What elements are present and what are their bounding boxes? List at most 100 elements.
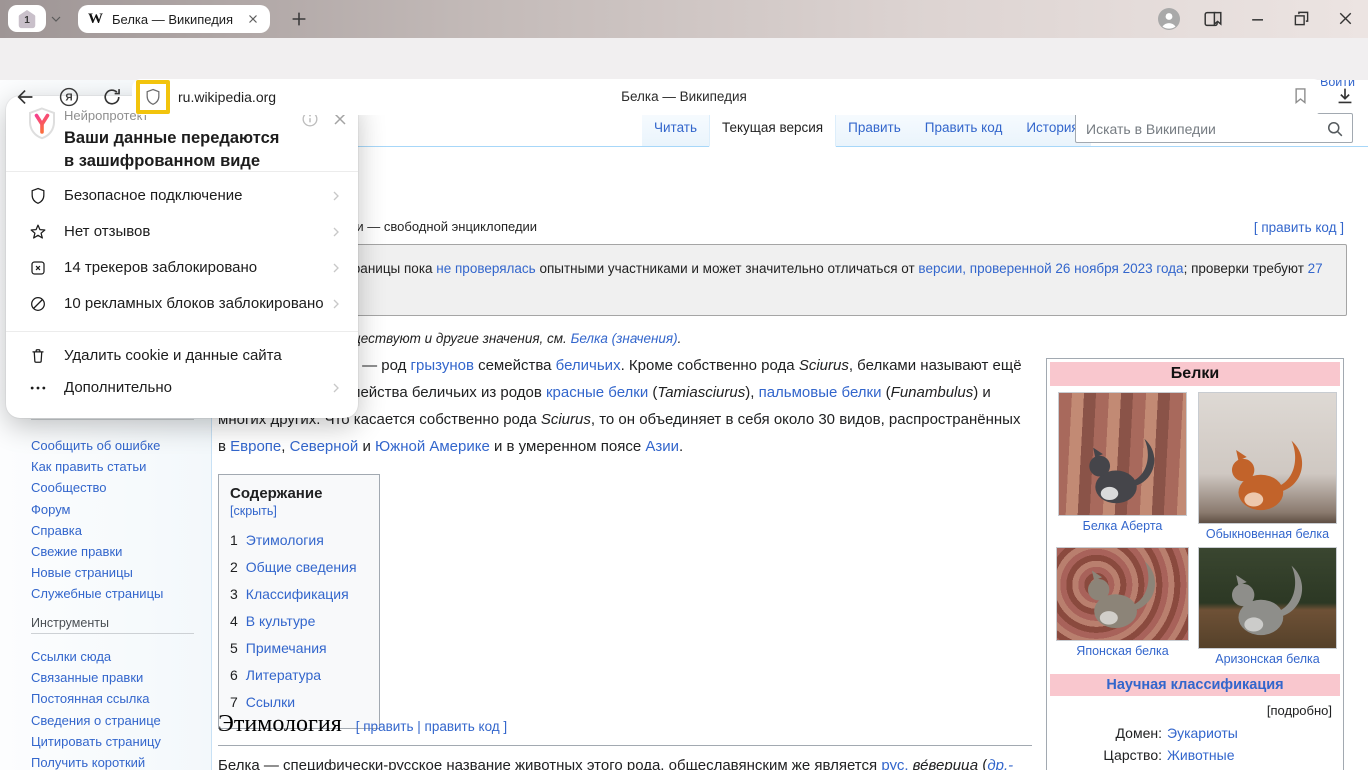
taxobox-figure: Аризонская белка: [1196, 547, 1339, 672]
toc-item[interactable]: 1Этимология: [230, 527, 368, 554]
yandex-icon[interactable]: Я: [58, 86, 80, 108]
close-window-button[interactable]: [1335, 8, 1356, 29]
search-input[interactable]: [1084, 115, 1326, 143]
toc-hide-link[interactable]: [скрыть]: [230, 504, 277, 518]
toc-item[interactable]: 4В культуре: [230, 608, 368, 635]
ads-blocked-row[interactable]: 10 рекламных блоков заблокировано: [6, 286, 358, 322]
secure-connection-row[interactable]: Безопасное подключение: [6, 178, 358, 214]
sidebar-item[interactable]: Ссылки сюда: [31, 646, 161, 667]
panel-bookmark-icon[interactable]: [1202, 8, 1224, 30]
sidebar-item[interactable]: Связанные правки: [31, 667, 161, 688]
sidebar-item[interactable]: Справка: [31, 520, 163, 541]
sidebar-item[interactable]: Свежие правки: [31, 541, 163, 562]
tab-counter-badge: 1: [16, 8, 38, 30]
review-status-banner: Текущая версия страницы пока не проверял…: [218, 244, 1347, 316]
sidebar-item[interactable]: Сообщество: [31, 477, 163, 498]
divider: [6, 171, 358, 172]
toc-item[interactable]: 2Общие сведения: [230, 554, 368, 581]
reviews-row[interactable]: Нет отзывов: [6, 214, 358, 250]
sidebar-participation-list: Сообщить об ошибке Как править статьи Со…: [31, 435, 163, 605]
sidebar-item[interactable]: Новые страницы: [31, 562, 163, 583]
minimize-button[interactable]: [1248, 9, 1268, 29]
address-bar[interactable]: ru.wikipedia.org: [132, 79, 1322, 115]
svg-text:Я: Я: [65, 93, 72, 104]
image-caption[interactable]: Аризонская белка: [1196, 652, 1339, 666]
protect-popup: Нейропротект Ваши данные передаются в за…: [6, 96, 358, 418]
chevron-right-icon: [328, 296, 344, 312]
classification-rows: Домен:Эукариоты Царство:Животные Тип:Хор…: [1050, 723, 1340, 770]
image-caption[interactable]: Японская белка: [1051, 644, 1194, 658]
profile-avatar[interactable]: [1157, 7, 1181, 31]
star-icon: [28, 222, 48, 242]
image-caption[interactable]: Обыкновенная белка: [1196, 527, 1339, 541]
popup-headline: Ваши данные передаются в зашифрованном в…: [64, 127, 280, 173]
sidebar-item[interactable]: Как править статьи: [31, 456, 163, 477]
more-dots-icon: [28, 378, 48, 398]
chevron-right-icon: [328, 380, 344, 396]
squirrel-image-aberta[interactable]: [1058, 392, 1187, 516]
browser-toolbar: Я ru.wikipedia.org Белка — Википедия: [0, 38, 1368, 80]
sidebar-item[interactable]: Служебные страницы: [31, 583, 163, 604]
taxobox-figure: Обыкновенная белка: [1196, 392, 1339, 547]
adblock-icon: [28, 294, 48, 314]
toc-title: Содержание: [230, 485, 322, 502]
search-icon[interactable]: [1325, 119, 1345, 139]
trackers-blocked-row[interactable]: 14 трекеров заблокировано: [6, 250, 358, 286]
wikipedia-favicon: W: [88, 11, 103, 28]
delete-cookies-row[interactable]: Удалить cookie и данные сайта: [6, 338, 358, 374]
section-heading-row: Этимология [ править | править код ]: [218, 711, 1032, 746]
toc-item[interactable]: 3Классификация: [230, 581, 368, 608]
sidebar-item[interactable]: Сведения о странице: [31, 710, 161, 731]
sidebar-item[interactable]: Сообщить об ошибке: [31, 435, 163, 456]
trash-icon: [28, 346, 48, 366]
back-button[interactable]: [15, 86, 37, 108]
image-caption[interactable]: Белка Аберта: [1051, 519, 1194, 533]
toc-item[interactable]: 5Примечания: [230, 635, 368, 662]
taxobox-title: Белки: [1050, 362, 1340, 386]
reload-button[interactable]: [101, 86, 123, 108]
tab-counter-button[interactable]: 1: [8, 5, 46, 32]
browser-window: Вы не представились системе Обсуждение В…: [0, 0, 1368, 770]
sidebar-item[interactable]: Постоянная ссылка: [31, 688, 161, 709]
restore-window-button[interactable]: [1291, 8, 1312, 29]
classification-row: Тип:Хордовые: [1050, 766, 1340, 770]
table-of-contents: Содержание [скрыть] 1Этимология 2Общие с…: [218, 474, 380, 729]
browser-chrome: 1 W Белка — Википедия: [0, 0, 1368, 80]
tracker-blocked-icon: [28, 258, 48, 278]
url-text[interactable]: ru.wikipedia.org: [178, 79, 276, 115]
sidebar-tools-list: Ссылки сюда Связанные правки Постоянная …: [31, 646, 161, 770]
classification-details-link[interactable]: [подробно]: [1050, 696, 1340, 721]
edit-source-link[interactable]: [ править код ]: [1254, 220, 1344, 235]
toc-item[interactable]: 6Литература: [230, 662, 368, 689]
download-icon[interactable]: [1334, 85, 1356, 107]
shield-icon: [143, 87, 163, 107]
tab-close-icon[interactable]: [246, 12, 260, 26]
squirrel-image-vulgaris[interactable]: [1198, 392, 1337, 524]
chevron-right-icon: [328, 224, 344, 240]
divider: [6, 331, 358, 332]
squirrel-image-arizona[interactable]: [1198, 547, 1337, 649]
browser-tab[interactable]: W Белка — Википедия: [78, 5, 270, 33]
protect-shield-highlight[interactable]: [136, 80, 170, 114]
new-tab-button[interactable]: [288, 8, 310, 30]
section-edit-links[interactable]: [ править | править код ]: [356, 719, 507, 734]
sidebar-item[interactable]: Цитировать страницу: [31, 731, 161, 752]
brand-shield-icon: [23, 105, 61, 143]
classification-row: Домен:Эукариоты: [1050, 723, 1340, 745]
sidebar-item[interactable]: Форум: [31, 499, 163, 520]
classification-row: Царство:Животные: [1050, 745, 1340, 767]
sidebar-item[interactable]: Получить короткий: [31, 752, 161, 770]
bookmark-icon[interactable]: [1290, 85, 1311, 106]
chevron-right-icon: [328, 260, 344, 276]
chevron-down-icon[interactable]: [48, 11, 64, 27]
squirrel-image-japanese[interactable]: [1056, 547, 1189, 641]
more-options-row[interactable]: Дополнительно: [6, 370, 358, 406]
svg-text:1: 1: [24, 15, 30, 26]
etymology-heading: Этимология: [218, 711, 342, 737]
sidebar-header-tools: Инструменты: [31, 616, 194, 634]
taxobox-figure: Японская белка: [1051, 547, 1194, 672]
taxobox: Белки Белка Аберта Обыкновенная белка: [1046, 358, 1344, 770]
etymology-paragraph: Белка — специфически-русское название жи…: [218, 752, 1032, 770]
classification-header[interactable]: Научная классификация: [1050, 674, 1340, 696]
shield-icon: [28, 186, 48, 206]
